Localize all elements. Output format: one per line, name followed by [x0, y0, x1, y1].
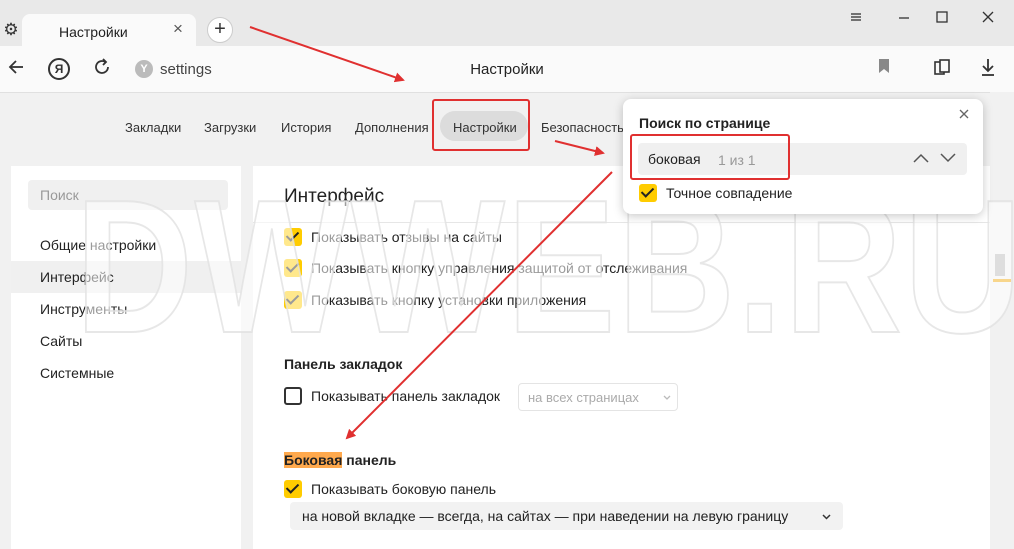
scroll-thumb[interactable]	[995, 254, 1005, 276]
sidebar-item-general[interactable]: Общие настройки	[11, 229, 241, 261]
checkbox-checked[interactable]	[284, 259, 302, 277]
close-icon[interactable]	[956, 108, 972, 124]
chevron-down-icon	[822, 514, 831, 520]
settings-main: Интерфейс Показывать отзывы на сайты Пок…	[253, 166, 990, 549]
chevron-up-icon[interactable]	[911, 150, 931, 168]
search-input[interactable]: Поиск	[28, 180, 228, 210]
sidebar-item-label: Системные	[40, 365, 115, 381]
bookmark-icon[interactable]	[872, 57, 896, 81]
option-label: Точное совпадение	[666, 185, 793, 201]
option-label: Показывать отзывы на сайты	[311, 229, 502, 245]
option-label: Показывать кнопку управления защитой от …	[311, 260, 688, 276]
search-result-marker	[993, 279, 1011, 282]
checkbox-checked[interactable]	[284, 228, 302, 246]
sidebar-item-system[interactable]: Системные	[11, 357, 241, 389]
search-highlight: Боковая	[284, 452, 343, 468]
sidebar-item-tools[interactable]: Инструменты	[11, 293, 241, 325]
sidebar-item-label: Инструменты	[40, 301, 128, 317]
checkbox-checked[interactable]	[284, 480, 302, 498]
plus-icon[interactable]: +	[207, 17, 233, 43]
bookmarks-panel-select: на всех страницах	[518, 383, 678, 411]
nav-extensions[interactable]: Дополнения	[355, 120, 429, 135]
address-bar: Я Y settings Настройки	[0, 46, 1014, 93]
option-label: Показывать панель закладок	[311, 388, 501, 404]
gear-icon[interactable]: ⚙	[2, 21, 20, 39]
close-icon[interactable]	[978, 10, 998, 28]
nav-history[interactable]: История	[281, 120, 331, 135]
search-placeholder: Поиск	[40, 187, 79, 203]
find-in-page-popup: Поиск по странице боковая 1 из 1 Точное …	[623, 99, 983, 214]
nav-downloads[interactable]: Загрузки	[204, 120, 256, 135]
side-panel-select[interactable]: на новой вкладке — всегда, на сайтах — п…	[290, 502, 843, 530]
side-panel-title-rest: панель	[342, 452, 397, 468]
checkbox-unchecked[interactable]	[284, 387, 302, 405]
section-title: Интерфейс	[284, 186, 385, 207]
select-value: на новой вкладке — всегда, на сайтах — п…	[302, 508, 789, 524]
annotation-arrow	[554, 140, 605, 156]
sidebar-item-label: Интерфейс	[40, 269, 114, 285]
option-label: Показывать боковую панель	[311, 481, 497, 497]
chevron-down-icon	[663, 395, 671, 400]
minimize-icon[interactable]	[846, 10, 866, 28]
nav-settings[interactable]: Настройки	[453, 120, 517, 135]
download-icon[interactable]	[976, 57, 1000, 81]
minimize-icon[interactable]	[894, 10, 914, 28]
page-title: Настройки	[470, 61, 544, 78]
select-value: на всех страницах	[528, 390, 639, 405]
sidebar-item-label: Сайты	[40, 333, 83, 349]
checkbox-checked[interactable]	[639, 184, 657, 202]
checkbox-checked[interactable]	[284, 291, 302, 309]
sidebar-item-sites[interactable]: Сайты	[11, 325, 241, 357]
find-title: Поиск по странице	[639, 115, 771, 131]
tab-settings[interactable]: Настройки ×	[22, 14, 196, 46]
close-icon[interactable]: ×	[169, 20, 187, 38]
find-query[interactable]: боковая	[648, 151, 701, 167]
restore-icon[interactable]	[932, 10, 952, 28]
tab-title: Настройки	[59, 24, 128, 40]
nav-security[interactable]: Безопасность	[541, 120, 624, 135]
find-count: 1 из 1	[718, 152, 756, 168]
option-label: Показывать кнопку установки приложения	[311, 292, 587, 308]
sidebar-item-label: Общие настройки	[40, 237, 157, 253]
collections-icon[interactable]	[930, 57, 954, 81]
side-panel-title: Боковая панель	[284, 452, 396, 468]
find-input[interactable]: боковая 1 из 1	[638, 143, 967, 175]
scrollbar[interactable]	[990, 92, 1014, 549]
divider	[253, 222, 990, 223]
chevron-down-icon[interactable]	[938, 150, 958, 168]
nav-bookmarks[interactable]: Закладки	[125, 120, 181, 135]
sidebar-item-interface[interactable]: Интерфейс	[11, 261, 241, 293]
bookmarks-panel-title: Панель закладок	[284, 356, 403, 372]
settings-sidebar: Поиск Общие настройки Интерфейс Инструме…	[11, 166, 241, 549]
tab-bar: ⚙ Настройки × +	[0, 0, 1014, 46]
